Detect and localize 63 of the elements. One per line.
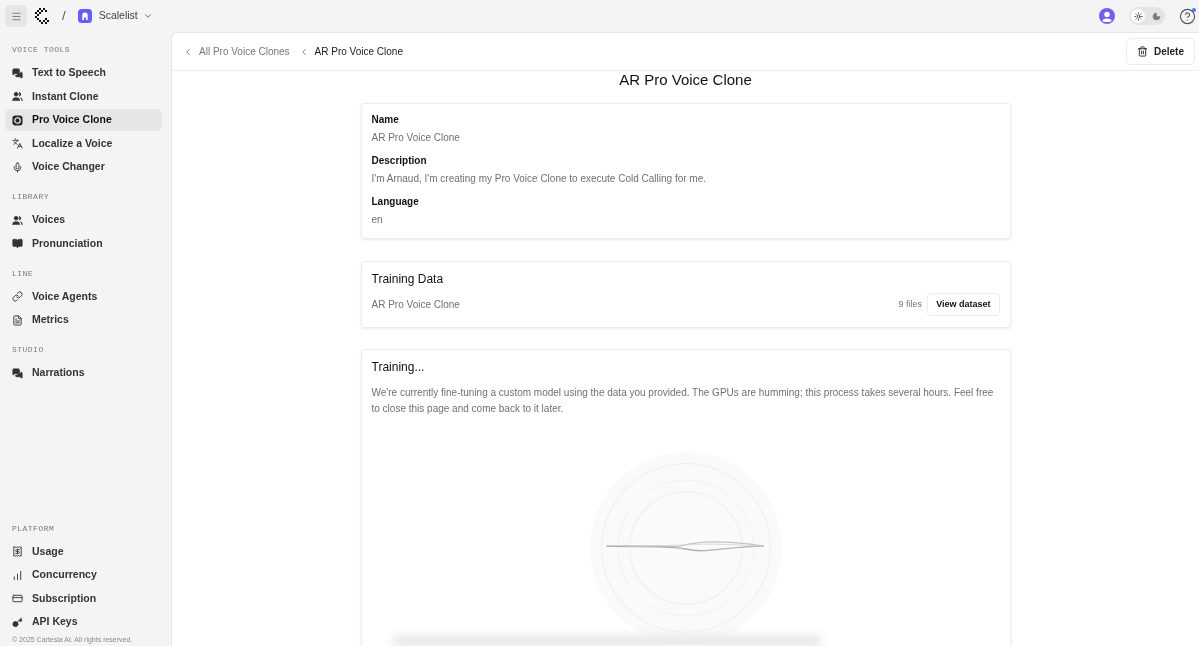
field-label: Description [371,154,428,168]
sidebar-item[interactable]: API Keys [5,611,162,633]
sidebar-item[interactable]: Text to Speech [5,62,162,84]
speech-bubbles-icon [12,67,23,79]
training-message: We're currently fine-tuning a custom model using the data you provided. The GPUs are humming; this process takes several hours. Feel free to close this page and come back to it later. [371,386,995,416]
breadcrumb-link[interactable]: All Pro Voice Clones [183,44,290,59]
sidebar-item[interactable]: Subscription [5,587,162,610]
help-icon[interactable] [1179,7,1196,25]
sidebar-item[interactable]: Localize a Voice [5,132,162,155]
speech-bubbles-icon [12,367,23,379]
view-dataset-button[interactable]: View dataset [927,293,1000,316]
card-title: Training Data [371,271,445,287]
section-heading: PLATFORM [11,522,56,535]
sidebar-item[interactable]: Pronunciation [5,232,162,255]
field-value: en [371,213,384,227]
path-separator: / [62,7,66,26]
field-label: Language [371,195,420,209]
sidebar-item[interactable]: Usage [5,540,162,563]
card-title: Training... [371,359,426,375]
section-heading: VOICE TOOLS [11,44,72,56]
sidebar-item[interactable]: Narrations [5,362,162,384]
document-icon [12,314,23,326]
sun-icon[interactable] [1131,9,1145,23]
record-icon [12,114,23,126]
bar-chart-icon [12,569,23,581]
sidebar-item[interactable]: Concurrency [5,564,162,586]
moon-icon[interactable] [1149,9,1163,23]
sidebar-item[interactable]: Voice Agents [5,285,162,308]
workspace-switcher[interactable]: Scalelist [98,8,153,24]
file-count: 9 files [898,297,923,311]
link-icon [12,291,23,302]
sidebar-item[interactable]: Pro Voice Clone [5,109,162,131]
field-value: AR Pro Voice Clone [371,131,461,145]
delete-button[interactable]: Delete [1126,38,1195,65]
translate-icon [12,138,23,149]
breadcrumb-link[interactable]: AR Pro Voice Clone [298,44,403,59]
credit-card-icon [12,593,23,604]
microphone-icon [12,161,23,173]
users-icon [12,214,23,226]
receipt-icon [12,546,23,557]
field-value: I'm Arnaud, I'm creating my Pro Voice Clone to execute Cold Calling for me. [371,172,708,186]
workspace-icon [77,9,92,23]
sidebar-item[interactable]: Metrics [5,309,162,331]
section-heading: STUDIO [11,344,45,356]
trash-icon [1137,46,1148,57]
page-title: AR Pro Voice Clone [619,72,752,88]
section-heading: LIBRARY [11,191,50,203]
book-icon [12,238,23,249]
theme-toggle[interactable] [1129,7,1165,25]
chevron-down-icon [142,11,153,21]
key-icon [12,616,23,628]
sidebar-item[interactable]: Instant Clone [5,85,162,108]
menu-icon [10,10,22,22]
sidebar-item[interactable]: Voices [5,209,162,231]
users-icon [12,91,23,102]
dataset-name: AR Pro Voice Clone [371,298,460,312]
checkered-logo[interactable] [35,8,51,24]
field-label: Name [371,113,400,127]
avatar-icon[interactable] [1099,8,1115,24]
sidebar-item[interactable]: Voice Changer [5,156,162,178]
section-heading: LINE [11,267,35,280]
chevron-left-icon [183,46,193,57]
menu-button[interactable] [5,5,27,27]
